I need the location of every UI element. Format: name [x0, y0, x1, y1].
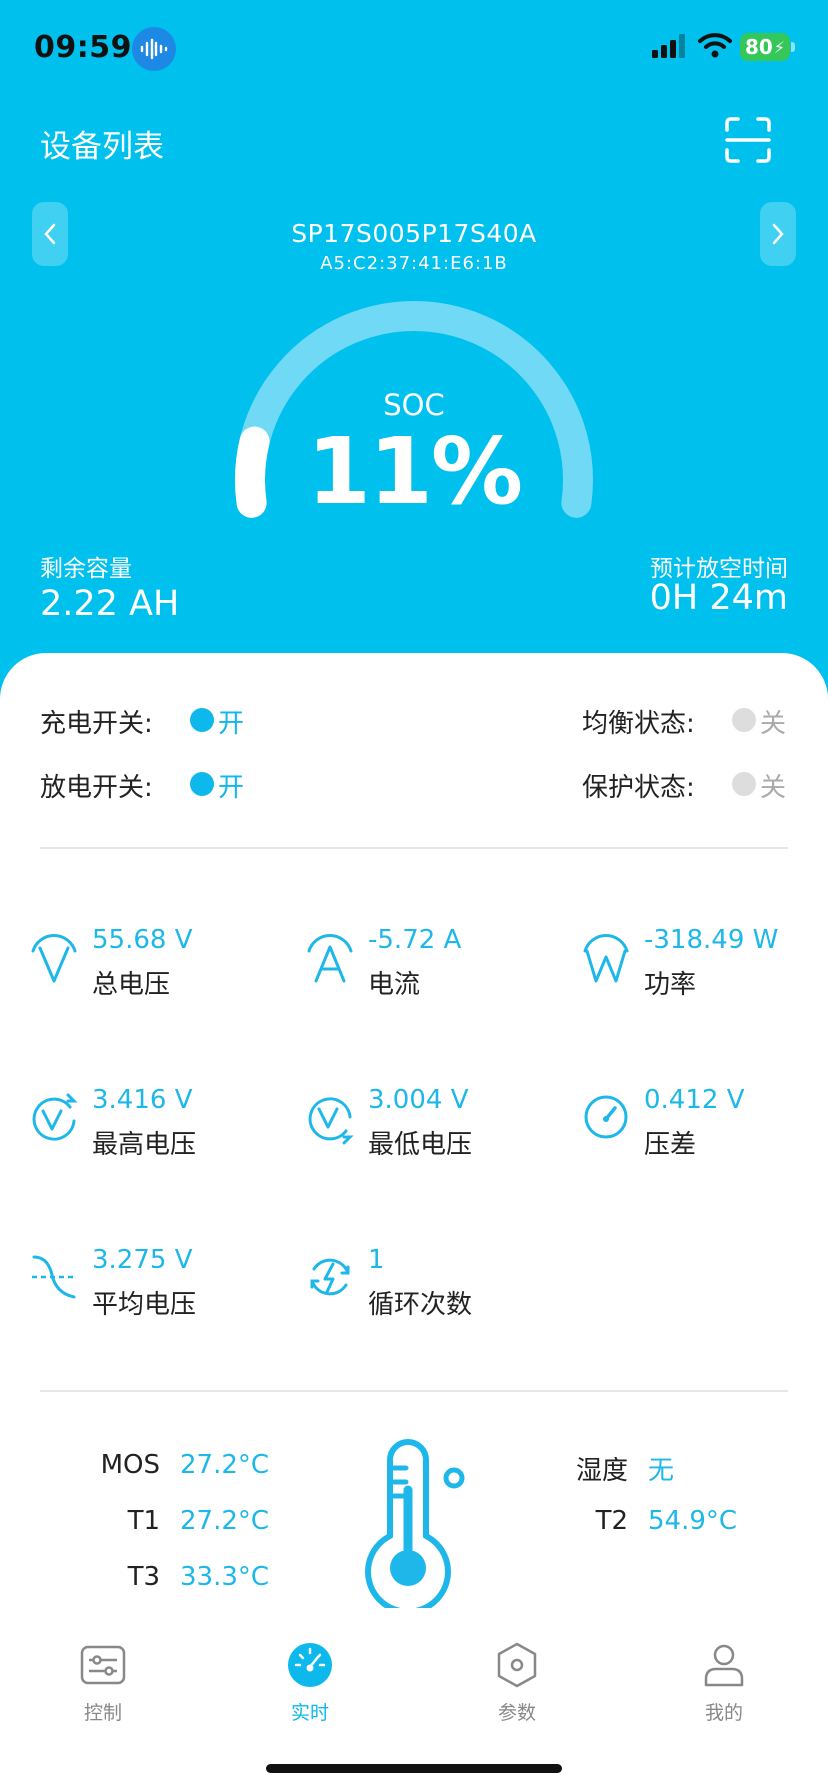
- protection-status-label: 保护状态:: [582, 773, 695, 803]
- total-voltage-value: 55.68 V: [92, 925, 193, 955]
- tab-mine-label: 我的: [704, 1702, 743, 1724]
- power-metric: -318.49 W 功率: [582, 925, 828, 1015]
- max-voltage-metric: 3.416 V 最高电压: [30, 1085, 290, 1175]
- remaining-capacity-label: 剩余容量: [40, 556, 132, 582]
- soc-value: 11%: [306, 418, 523, 525]
- discharge-switch-state: 开: [218, 773, 245, 803]
- humidity-label: 湿度: [575, 1456, 628, 1486]
- voltage-v-icon: [31, 934, 77, 983]
- divider: [40, 1390, 788, 1392]
- balance-status-indicator: [732, 708, 756, 732]
- voltage-diff-metric: 0.412 V 压差: [582, 1085, 828, 1175]
- power-value: -318.49 W: [644, 925, 779, 955]
- max-voltage-value: 3.416 V: [92, 1085, 193, 1115]
- average-voltage-label: 平均电压: [92, 1290, 197, 1320]
- cycle-count-metric: 1 循环次数: [306, 1245, 566, 1335]
- t1-temp-value: 27.2°C: [180, 1506, 270, 1536]
- voltage-diff-label: 压差: [644, 1130, 697, 1160]
- current-a-icon: [307, 934, 353, 983]
- balance-status-state: 关: [760, 709, 787, 739]
- t3-temp-value: 33.3°C: [180, 1562, 270, 1592]
- power-w-icon: [583, 934, 629, 983]
- hexagon-nut-icon: [497, 1642, 537, 1688]
- cycle-count-label: 循环次数: [368, 1290, 473, 1320]
- average-wave-icon: [32, 1255, 76, 1299]
- charge-switch-indicator[interactable]: [190, 708, 214, 732]
- tab-parameters[interactable]: 参数: [457, 1630, 577, 1740]
- tab-control[interactable]: 控制: [43, 1630, 163, 1740]
- mos-temp-label: MOS: [100, 1450, 160, 1480]
- min-voltage-value: 3.004 V: [368, 1085, 469, 1115]
- discharge-switch-indicator[interactable]: [190, 772, 214, 796]
- t3-temp-label: T3: [127, 1562, 160, 1592]
- total-voltage-metric: 55.68 V 总电压: [30, 925, 290, 1015]
- average-voltage-metric: 3.275 V 平均电压: [30, 1245, 290, 1335]
- min-voltage-label: 最低电压: [368, 1130, 473, 1160]
- t1-temp-label: T1: [127, 1506, 160, 1536]
- min-voltage-metric: 3.004 V 最低电压: [306, 1085, 566, 1175]
- voltage-diff-value: 0.412 V: [644, 1085, 745, 1115]
- current-value: -5.72 A: [368, 925, 462, 955]
- protection-status-state: 关: [760, 773, 787, 803]
- cycle-count-value: 1: [368, 1245, 385, 1275]
- t2-temp-value: 54.9°C: [648, 1506, 738, 1536]
- total-voltage-label: 总电压: [92, 970, 171, 1000]
- remaining-capacity-value: 2.22 AH: [40, 584, 180, 624]
- charge-switch-state: 开: [218, 709, 245, 739]
- tab-realtime[interactable]: 实时: [250, 1630, 370, 1740]
- mos-temp-value: 27.2°C: [180, 1450, 270, 1480]
- charge-switch-label: 充电开关:: [40, 709, 153, 739]
- divider: [40, 847, 788, 849]
- tab-realtime-label: 实时: [290, 1702, 329, 1724]
- sliders-icon: [80, 1645, 126, 1685]
- max-voltage-label: 最高电压: [92, 1130, 197, 1160]
- humidity-value: 无: [648, 1456, 675, 1486]
- gauge-icon: [584, 1095, 628, 1139]
- discharge-time-value: 0H 24m: [649, 578, 788, 618]
- t2-temp-label: T2: [595, 1506, 628, 1536]
- balance-status-label: 均衡状态:: [582, 709, 695, 739]
- max-voltage-icon: [32, 1093, 78, 1141]
- tab-parameters-label: 参数: [497, 1702, 536, 1724]
- cycle-icon: [310, 1258, 350, 1296]
- user-icon: [704, 1644, 744, 1687]
- protection-status-indicator: [732, 772, 756, 796]
- dashboard-icon: [288, 1643, 332, 1687]
- content-panel: [0, 653, 828, 1792]
- tab-mine[interactable]: 我的: [664, 1630, 784, 1740]
- average-voltage-value: 3.275 V: [92, 1245, 193, 1275]
- home-indicator: [266, 1764, 562, 1773]
- power-label: 功率: [644, 970, 697, 1000]
- thermometer-icon: [365, 1439, 465, 1608]
- tab-control-label: 控制: [83, 1702, 122, 1724]
- current-label: 电流: [368, 970, 421, 1000]
- min-voltage-icon: [308, 1097, 354, 1145]
- soc-label: SOC: [383, 388, 445, 422]
- bottom-tab-bar: 控制 实时 参数 我的: [0, 1630, 828, 1740]
- discharge-switch-label: 放电开关:: [40, 773, 153, 803]
- current-metric: -5.72 A 电流: [306, 925, 566, 1015]
